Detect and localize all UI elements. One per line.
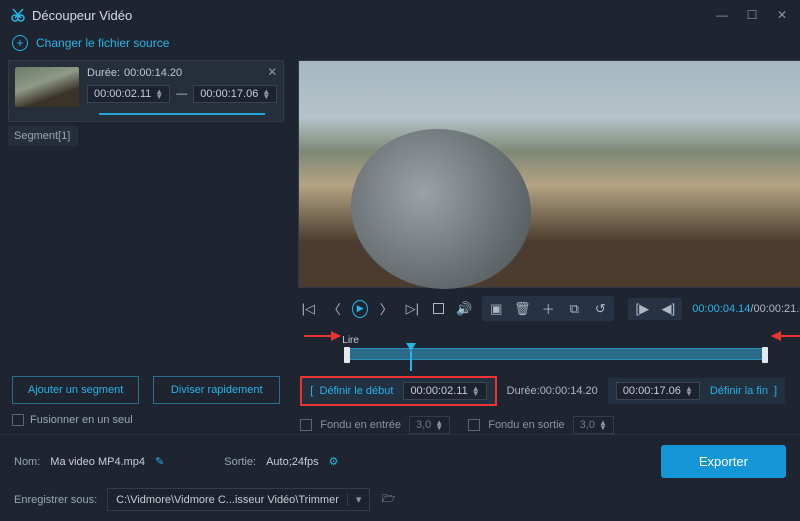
stepper-icon[interactable]: ▲▼ [599,420,607,430]
set-end-label: Définir la fin [710,385,768,397]
segment-start-value: 00:00:02.11 [94,88,151,100]
playback-controls: |◁ 〈 ▶ 〉 ▷| 🔊 ▣ 🗑 ＋ ⧉ ↺ [▶ ◀] 00:00:04.1… [298,288,800,329]
trim-start-input[interactable]: 00:00:02.11 ▲▼ [403,382,486,400]
segment-end-value: 00:00:17.06 [200,88,258,100]
copy-icon[interactable]: ⧉ [566,299,582,318]
fade-out-value: 3,0 [580,419,595,431]
total-time: 00:00:21.06 [753,303,800,315]
minimize-icon[interactable]: — [714,8,730,22]
timeline-track[interactable] [346,348,765,360]
segment-label: Segment[1] [8,126,78,146]
step-back-icon[interactable]: 〈 [326,299,342,318]
fade-out-box[interactable]: Fondu en sortie 3,0 ▲▼ [468,416,614,434]
segment-duration-value: 00:00:14.20 [124,67,182,79]
segment-remove-icon[interactable]: ✕ [267,65,277,79]
preview-pane: |◁ 〈 ▶ 〉 ▷| 🔊 ▣ 🗑 ＋ ⧉ ↺ [▶ ◀] 00:00:04.1… [292,56,800,434]
set-start-box[interactable]: [ Définir le début 00:00:02.11 ▲▼ [300,376,496,406]
app-title: Découpeur Vidéo [32,8,132,23]
undo-icon[interactable]: ↺ [592,299,608,318]
red-arrow-right-icon [772,335,800,337]
mark-out-icon[interactable]: ◀] [660,301,676,317]
save-label: Enregistrer sous: [14,494,97,506]
prev-start-icon[interactable]: |◁ [300,301,316,317]
playback-time: 00:00:04.14/00:00:21.06 [692,303,800,315]
set-start-label: Définir le début [319,385,393,397]
checkbox-icon[interactable] [300,419,312,431]
merge-label: Fusionner en un seul [30,414,133,426]
volume-icon[interactable]: 🔊 [456,301,472,317]
trim-start-handle[interactable] [344,347,350,363]
checkbox-icon[interactable] [12,414,24,426]
fade-row: Fondu en entrée 3,0 ▲▼ Fondu en sortie 3… [298,410,800,434]
export-button[interactable]: Exporter [661,445,786,478]
red-arrow-left-icon [304,335,340,337]
app-logo-icon [10,7,26,23]
close-icon[interactable]: ✕ [774,8,790,22]
range-dash: — [176,88,187,100]
trim-duration: Durée:00:00:14.20 [507,385,598,397]
edit-name-icon[interactable]: ✎ [155,455,164,468]
segment-duration-label: Durée: [87,67,120,79]
name-value: Ma video MP4.mp4 [50,456,145,468]
split-fast-button[interactable]: Diviser rapidement [153,376,280,404]
fade-in-box[interactable]: Fondu en entrée 3,0 ▲▼ [300,416,450,434]
change-source-label: Changer le fichier source [36,36,169,50]
step-fwd-icon[interactable]: 〉 [378,299,394,318]
fade-in-input[interactable]: 3,0 ▲▼ [409,416,450,434]
playhead-icon[interactable] [406,343,416,351]
trim-values-row: [ Définir le début 00:00:02.11 ▲▼ Durée:… [298,372,800,410]
maximize-icon[interactable]: ☐ [744,8,760,22]
save-path-input[interactable]: C:\Vidmore\Vidmore C...isseur Vidéo\Trim… [107,488,370,511]
trim-end-handle[interactable] [762,347,768,363]
stepper-icon[interactable]: ▲▼ [155,89,163,99]
open-folder-icon[interactable]: 🗁 [380,490,396,509]
fade-in-label: Fondu en entrée [320,419,401,431]
add-segment-button[interactable]: Ajouter un segment [12,376,139,404]
chevron-down-icon[interactable]: ▾ [347,493,362,506]
footer: Nom: Ma video MP4.mp4 ✎ Sortie: Auto;24f… [0,434,800,521]
fade-out-label: Fondu en sortie [488,419,564,431]
mark-in-icon[interactable]: [▶ [634,301,650,317]
stop-icon[interactable] [430,303,446,314]
name-label: Nom: [14,456,40,468]
add-icon[interactable]: ＋ [540,299,556,318]
trim-end-value: 00:00:17.06 [623,385,681,397]
segment-range-bar [99,113,265,115]
set-end-box[interactable]: 00:00:17.06 ▲▼ Définir la fin ] [608,378,785,404]
save-path-value: C:\Vidmore\Vidmore C...isseur Vidéo\Trim… [116,494,339,506]
fade-out-input[interactable]: 3,0 ▲▼ [573,416,614,434]
stepper-icon[interactable]: ▲▼ [472,386,480,396]
checkbox-icon[interactable] [468,419,480,431]
trim-end-input[interactable]: 00:00:17.06 ▲▼ [616,382,700,400]
stepper-icon[interactable]: ▲▼ [262,89,270,99]
plus-circle-icon: + [12,35,28,51]
change-source-button[interactable]: + Changer le fichier source [0,30,800,56]
merge-checkbox-row[interactable]: Fusionner en un seul [8,414,284,426]
next-end-icon[interactable]: ▷| [404,301,420,317]
play-button[interactable]: ▶ [352,300,368,318]
timeline[interactable]: Lire [298,329,800,372]
output-settings-icon[interactable]: ⚙ [329,455,339,468]
stepper-icon[interactable]: ▲▼ [685,386,693,396]
segment-list-pane: Durée: 00:00:14.20 00:00:02.11 ▲▼ — 00:00… [0,56,292,434]
segment-start-input[interactable]: 00:00:02.11 ▲▼ [87,85,170,103]
stepper-icon[interactable]: ▲▼ [435,420,443,430]
current-time: 00:00:04.14 [692,303,750,315]
segment-end-input[interactable]: 00:00:17.06 ▲▼ [193,85,277,103]
segment-thumbnail [15,67,79,107]
output-value: Auto;24fps [266,456,319,468]
fade-in-value: 3,0 [416,419,431,431]
titlebar: Découpeur Vidéo — ☐ ✕ [0,0,800,30]
video-preview[interactable] [298,60,800,288]
output-label: Sortie: [224,456,256,468]
snapshot-icon[interactable]: ▣ [488,299,504,318]
trim-start-value: 00:00:02.11 [410,385,467,397]
delete-icon[interactable]: 🗑 [514,299,530,318]
segment-item[interactable]: Durée: 00:00:14.20 00:00:02.11 ▲▼ — 00:00… [8,60,284,122]
